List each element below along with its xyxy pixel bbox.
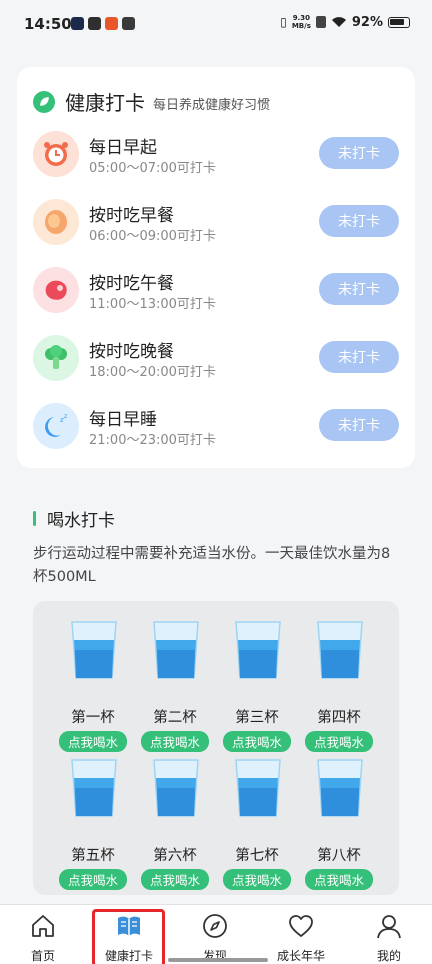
compass-icon <box>203 914 227 938</box>
water-glass-icon <box>235 759 281 817</box>
checkin-button[interactable]: 未打卡 <box>319 137 399 169</box>
health-card-subtitle: 每日养成健康好习惯 <box>153 97 271 113</box>
nav-label: 成长年华 <box>276 949 325 963</box>
task-time: 21:00～23:00可打卡 <box>89 433 216 448</box>
task-name: 按时吃晚餐 <box>89 342 174 362</box>
health-checkin-card: 健康打卡 每日养成健康好习惯 每日早起 05:00～07:00可打卡 未打卡 按… <box>17 67 415 468</box>
water-glass-icon <box>153 621 199 679</box>
task-name: 按时吃早餐 <box>89 206 174 226</box>
task-time: 06:00～09:00可打卡 <box>89 229 216 244</box>
heart-icon <box>289 915 313 937</box>
sim-icon <box>315 16 326 28</box>
nav-label: 首页 <box>30 949 55 963</box>
nav-item-discover[interactable]: 发现 <box>172 905 258 964</box>
checkin-button[interactable]: 未打卡 <box>319 409 399 441</box>
task-time: 05:00～07:00可打卡 <box>89 161 216 176</box>
water-cup[interactable]: 第五杯 点我喝水 <box>52 758 134 892</box>
broccoli-icon <box>33 335 79 381</box>
water-glass-icon <box>71 759 117 817</box>
water-glass-icon <box>153 759 199 817</box>
message-icon <box>122 17 135 30</box>
task-time: 11:00～13:00可打卡 <box>89 297 216 312</box>
cup-label: 第四杯 <box>317 710 361 726</box>
nav-item-growth[interactable]: 成长年华 <box>258 905 344 964</box>
home-indicator[interactable] <box>168 958 268 962</box>
water-cup[interactable]: 第八杯 点我喝水 <box>298 758 380 892</box>
water-cup[interactable]: 第二杯 点我喝水 <box>134 620 216 754</box>
status-right: ▯ 9.30 MB/s 92% <box>280 14 410 30</box>
network-speed-unit: MB/s <box>291 22 311 30</box>
network-speed: 9.30 MB/s <box>292 14 311 30</box>
drink-button[interactable]: 点我喝水 <box>305 731 373 752</box>
water-cup[interactable]: 第六杯 点我喝水 <box>134 758 216 892</box>
cup-label: 第三杯 <box>235 710 279 726</box>
nav-item-home[interactable]: 首页 <box>0 905 86 964</box>
app-notification-icon <box>71 17 84 30</box>
nav-label: 我的 <box>376 949 401 963</box>
battery-percent: 92% <box>351 14 383 30</box>
steak-icon <box>33 267 79 313</box>
nav-item-health-checkin[interactable]: 健康打卡 <box>86 905 172 964</box>
drink-button[interactable]: 点我喝水 <box>59 731 127 752</box>
bottom-nav: 首页 健康打卡 发现 成长年华 我的 <box>0 904 432 964</box>
cup-label: 第七杯 <box>235 848 279 864</box>
task-row: 按时吃晚餐 18:00～20:00可打卡 未打卡 <box>33 335 399 385</box>
user-icon <box>377 915 401 939</box>
section-marker <box>33 511 36 526</box>
vibrate-icon: ▯ <box>280 15 287 29</box>
leaf-icon <box>33 90 55 113</box>
nav-label: 健康打卡 <box>104 949 153 963</box>
drink-button[interactable]: 点我喝水 <box>141 869 209 890</box>
network-speed-value: 9.30 <box>292 14 310 22</box>
task-name: 每日早起 <box>89 138 157 158</box>
checkin-button[interactable]: 未打卡 <box>319 273 399 305</box>
task-row: 按时吃午餐 11:00～13:00可打卡 未打卡 <box>33 267 399 317</box>
water-glass-icon <box>317 759 363 817</box>
status-bar: 14:50 ▯ 9.30 MB/s 92% <box>0 0 432 52</box>
water-cup[interactable]: 第四杯 点我喝水 <box>298 620 380 754</box>
cup-label: 第五杯 <box>71 848 115 864</box>
wifi-icon <box>331 17 346 27</box>
battery-icon <box>388 16 410 28</box>
water-section-header: 喝水打卡 <box>33 506 115 531</box>
task-row: 按时吃早餐 06:00～09:00可打卡 未打卡 <box>33 199 399 249</box>
task-name: 每日早睡 <box>89 410 157 430</box>
book-icon <box>118 916 140 936</box>
drink-button[interactable]: 点我喝水 <box>141 731 209 752</box>
checkin-button[interactable]: 未打卡 <box>319 205 399 237</box>
svg-text:z: z <box>64 413 67 420</box>
drink-button[interactable]: 点我喝水 <box>223 731 291 752</box>
app-notification-icon <box>105 17 118 30</box>
cup-label: 第二杯 <box>153 710 197 726</box>
health-card-title: 健康打卡 <box>65 91 145 115</box>
water-section-title: 喝水打卡 <box>47 511 115 531</box>
water-cup[interactable]: 第一杯 点我喝水 <box>52 620 134 754</box>
drink-button[interactable]: 点我喝水 <box>305 869 373 890</box>
app-notification-icon <box>88 17 101 30</box>
alarm-clock-icon <box>33 131 79 177</box>
drink-button[interactable]: 点我喝水 <box>59 869 127 890</box>
task-row: zz 每日早睡 21:00～23:00可打卡 未打卡 <box>33 403 399 453</box>
water-description: 步行运动过程中需要补充适当水份。一天最佳饮水量为8杯500ML <box>33 546 391 585</box>
status-time: 14:50 <box>24 15 72 33</box>
egg-icon <box>33 199 79 245</box>
cup-label: 第六杯 <box>153 848 197 864</box>
home-icon <box>32 915 54 937</box>
cup-label: 第八杯 <box>317 848 361 864</box>
task-row: 每日早起 05:00～07:00可打卡 未打卡 <box>33 131 399 181</box>
water-cup[interactable]: 第七杯 点我喝水 <box>216 758 298 892</box>
water-glass-icon <box>235 621 281 679</box>
water-glass-icon <box>317 621 363 679</box>
checkin-button[interactable]: 未打卡 <box>319 341 399 373</box>
water-glass-icon <box>71 621 117 679</box>
water-cups-panel: 第一杯 点我喝水 第二杯 点我喝水 第三杯 点我喝水 第四杯 点我喝水 第五杯 … <box>33 601 399 895</box>
water-cup[interactable]: 第三杯 点我喝水 <box>216 620 298 754</box>
drink-button[interactable]: 点我喝水 <box>223 869 291 890</box>
task-name: 按时吃午餐 <box>89 274 174 294</box>
health-card-header: 健康打卡 每日养成健康好习惯 <box>33 87 270 116</box>
moon-sleep-icon: zz <box>33 403 79 449</box>
task-time: 18:00～20:00可打卡 <box>89 365 216 380</box>
nav-item-me[interactable]: 我的 <box>346 905 432 964</box>
cup-label: 第一杯 <box>71 710 115 726</box>
